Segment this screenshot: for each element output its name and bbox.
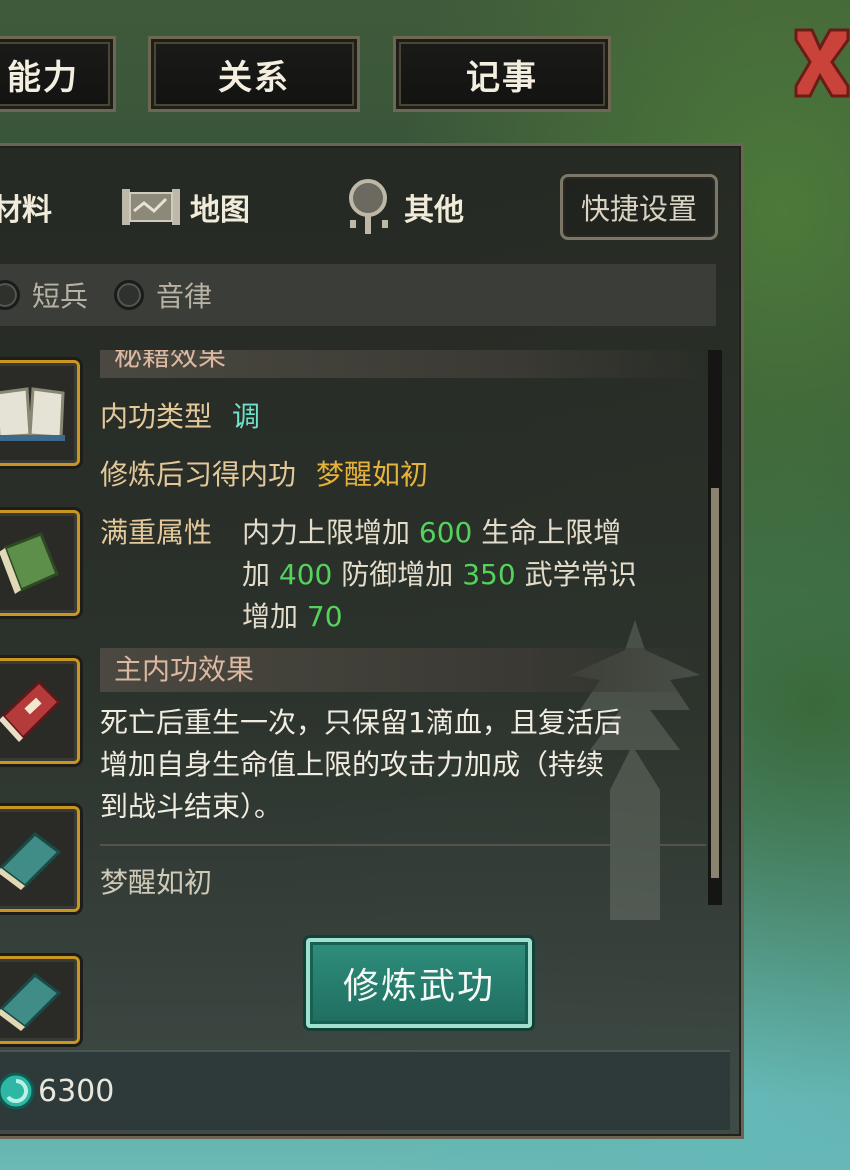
jade-coin-icon — [0, 1072, 35, 1110]
practice-skill-button[interactable]: 修炼武功 — [306, 938, 532, 1028]
internal-type-row: 内功类型 调 — [100, 396, 706, 438]
filter-short-weapon-label: 短兵 — [32, 280, 89, 313]
category-other-label: 其他 — [404, 193, 464, 228]
detail-pane[interactable]: 秘籍效果 内功类型 调 修炼后习得内功 梦醒如初 满重属性 内力上限增加 600… — [100, 350, 706, 905]
book-slot-2[interactable] — [0, 510, 80, 616]
tab-ability-label: 能力 — [7, 57, 79, 98]
learn-row: 修炼后习得内功 梦醒如初 — [100, 454, 706, 496]
red-book-icon — [0, 679, 62, 742]
currency-amount: 6300 — [38, 1073, 115, 1109]
tab-journal-label: 记事 — [466, 57, 538, 98]
section-book-effect-title: 秘籍效果 — [114, 350, 227, 372]
category-map[interactable]: 地图 — [120, 172, 250, 242]
attr-text-6: 增加 — [242, 600, 299, 633]
full-attr-values: 内力上限增加 600 生命上限增 加 400 防御增加 350 武学常识 增加 … — [242, 512, 692, 638]
category-materials[interactable]: 材料 — [0, 172, 52, 242]
effect-line-3: 到战斗结束）。 — [100, 786, 706, 828]
filter-music-label: 音律 — [156, 280, 213, 313]
close-icon[interactable] — [790, 22, 850, 102]
book-slot-3[interactable] — [0, 658, 80, 764]
attr-text-3: 加 — [242, 558, 271, 591]
tab-journal[interactable]: 记事 — [393, 36, 611, 112]
section-book-effect: 秘籍效果 — [100, 350, 706, 378]
attr-text-2: 生命上限增 — [481, 516, 622, 549]
attr-text-5: 武学常识 — [524, 558, 637, 591]
radio-music[interactable] — [114, 280, 145, 310]
skill-name: 梦醒如初 — [100, 866, 213, 899]
green-book-icon — [0, 532, 59, 594]
tab-ability[interactable]: 能力 — [0, 36, 116, 112]
currency-bar: 6300 — [0, 1050, 730, 1130]
quick-settings-label: 快捷设置 — [580, 192, 697, 226]
practice-skill-label: 修炼武功 — [342, 966, 495, 1007]
book-slot-4[interactable] — [0, 806, 80, 912]
category-materials-label: 材料 — [0, 193, 52, 228]
quick-settings-button[interactable]: 快捷设置 — [560, 174, 718, 240]
book-slot-5[interactable] — [0, 956, 80, 1044]
scrollbar-thumb[interactable] — [711, 488, 719, 878]
attr-value-2: 400 — [278, 558, 333, 591]
magnifier-icon — [349, 179, 388, 234]
radio-short-weapon[interactable] — [0, 280, 20, 310]
attr-text-1: 内力上限增加 — [242, 516, 411, 549]
internal-type-value: 调 — [232, 400, 261, 433]
section-main-internal-title: 主内功效果 — [114, 653, 255, 686]
filter-short-weapon[interactable]: 短兵 — [0, 275, 88, 315]
effect-text-3: 到战斗结束）。 — [100, 790, 283, 823]
attr-value-4: 70 — [306, 600, 343, 633]
filter-bar: 短兵 音律 — [0, 264, 716, 326]
teal-book-icon — [0, 832, 62, 890]
category-other[interactable]: 其他 — [342, 172, 464, 242]
learn-value: 梦醒如初 — [316, 458, 429, 491]
section-main-internal-effect: 主内功效果 — [100, 648, 706, 692]
effect-text-1: 死亡后重生一次，只保留1滴血，且复活后 — [100, 706, 622, 739]
book-slot-1[interactable] — [0, 360, 80, 466]
category-map-label: 地图 — [190, 193, 250, 228]
skill-name-row: 梦醒如初 — [100, 862, 706, 904]
attr-value-1: 600 — [418, 516, 473, 549]
effect-text-2: 增加自身生命值上限的攻击力加成（持续 — [100, 748, 605, 781]
attr-value-3: 350 — [462, 558, 516, 591]
teal-book-icon — [0, 973, 62, 1031]
open-book-icon — [0, 387, 65, 441]
full-attr-label: 满重属性 — [100, 516, 213, 549]
full-attr-row: 满重属性 内力上限增加 600 生命上限增 加 400 防御增加 350 武学常… — [100, 512, 706, 638]
tab-relations-label: 关系 — [218, 57, 290, 98]
learn-label: 修炼后习得内功 — [100, 458, 297, 491]
effect-line-1: 死亡后重生一次，只保留1滴血，且复活后 — [100, 702, 706, 744]
filter-music[interactable]: 音律 — [114, 275, 212, 315]
map-icon — [122, 189, 180, 225]
tab-relations[interactable]: 关系 — [148, 36, 360, 112]
effect-line-2: 增加自身生命值上限的攻击力加成（持续 — [100, 744, 706, 786]
attr-text-4: 防御增加 — [341, 558, 454, 591]
divider — [100, 844, 706, 846]
internal-type-label: 内功类型 — [100, 400, 213, 433]
